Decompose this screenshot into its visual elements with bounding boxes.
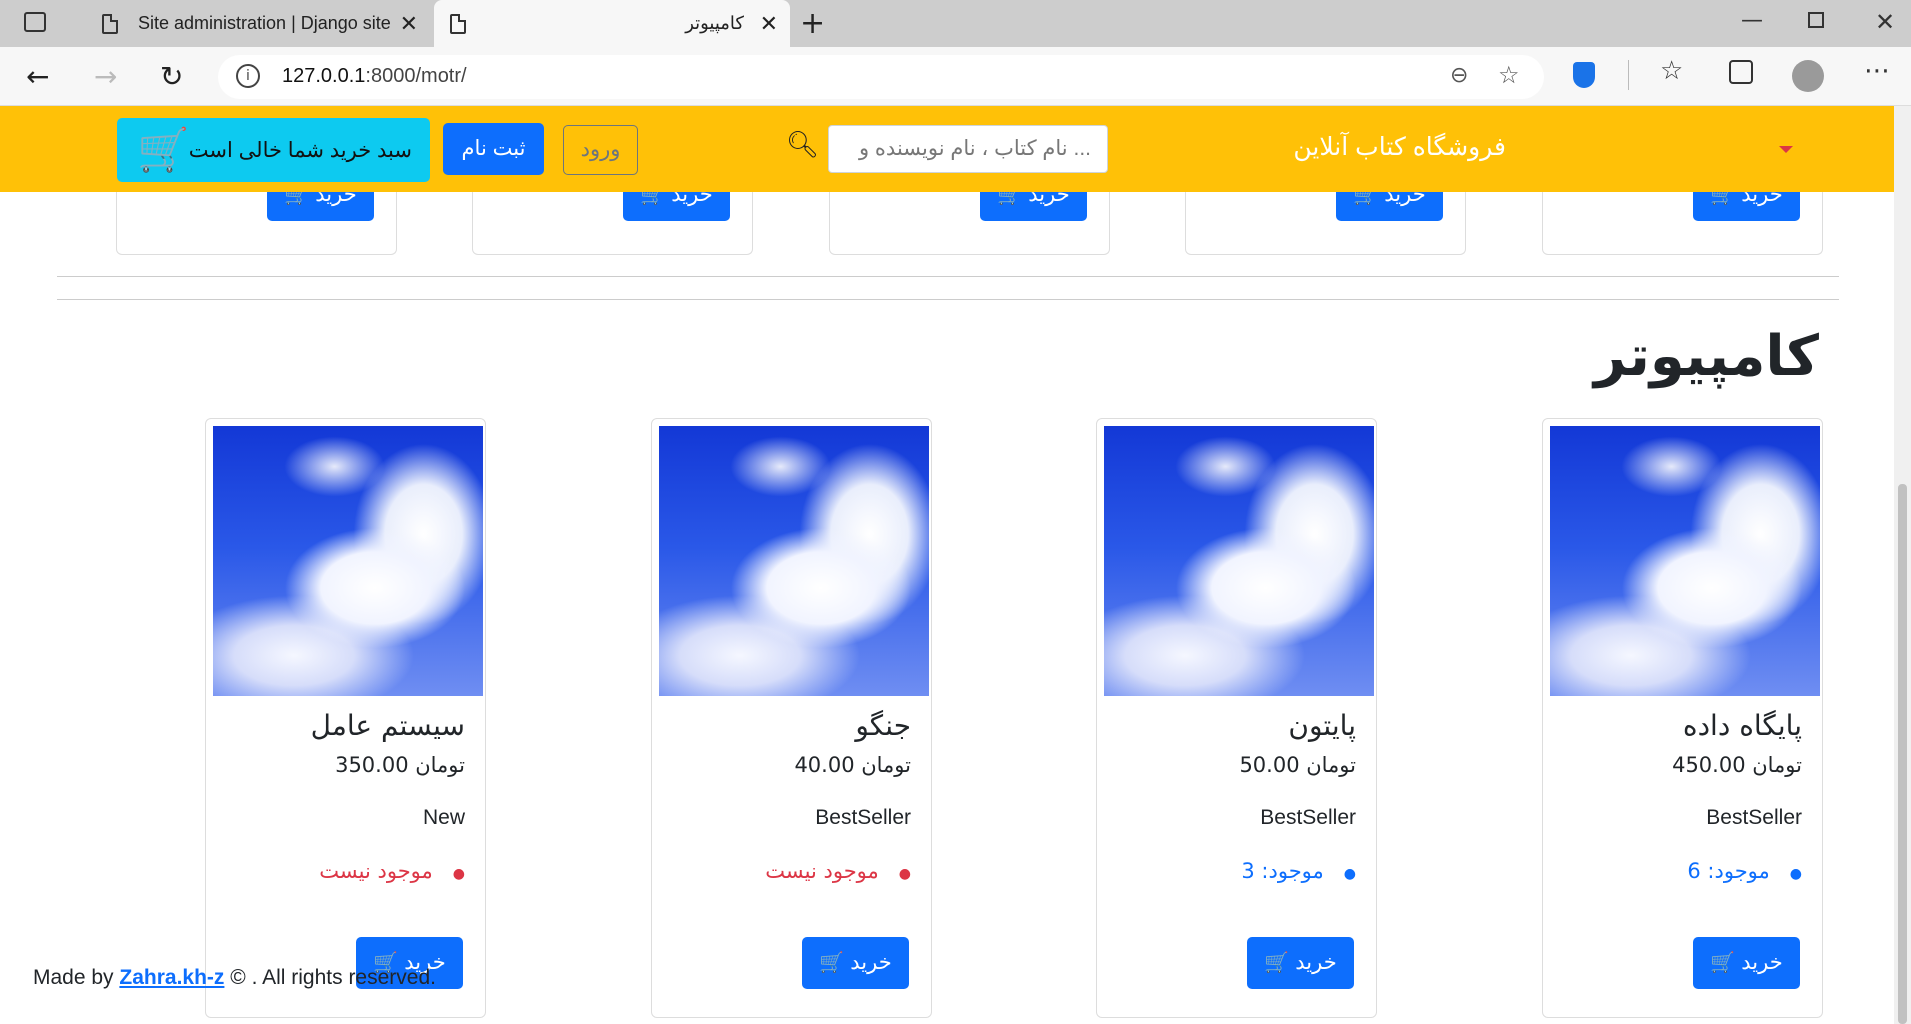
browser-tab-bar: Site administration | Django site ✕ کامپ… xyxy=(0,0,1911,47)
tab-title: کامپیوتر xyxy=(685,13,744,33)
product-card: جنگو 40.00 تومان BestSeller موجود نیست ● … xyxy=(651,418,932,1018)
scrollbar[interactable] xyxy=(1894,106,1911,1024)
add-favorite-icon[interactable]: ☆ xyxy=(1498,61,1520,89)
back-icon[interactable]: ← xyxy=(26,60,49,93)
cart-icon: 🛒 xyxy=(1264,952,1290,974)
product-tag: BestSeller xyxy=(1706,806,1802,829)
shield-icon[interactable] xyxy=(1573,62,1595,88)
cart-icon: 🛒 xyxy=(1710,952,1736,974)
product-price: 350.00 تومان xyxy=(335,753,465,777)
close-window-icon[interactable]: ✕ xyxy=(1875,8,1895,36)
product-image[interactable] xyxy=(659,426,929,696)
login-button[interactable]: ورود xyxy=(563,125,638,175)
profile-avatar[interactable] xyxy=(1792,60,1824,92)
divider xyxy=(1628,60,1629,90)
tab-actions-icon[interactable] xyxy=(24,12,46,32)
page-viewport: 🛒 خرید 🛒 خرید 🛒 خرید 🛒 خرید 🛒 خرید فروشگاه کت… xyxy=(0,106,1911,1024)
close-icon[interactable]: ✕ xyxy=(760,11,778,37)
minimize-icon[interactable]: — xyxy=(1741,8,1763,33)
favorites-icon[interactable]: ☆ xyxy=(1660,56,1683,86)
tab-django-admin[interactable]: Site administration | Django site ✕ xyxy=(86,0,430,47)
product-name: جنگو xyxy=(855,709,911,742)
restore-icon[interactable] xyxy=(1808,12,1824,28)
zoom-out-icon[interactable]: ⊖ xyxy=(1450,63,1468,88)
product-image[interactable] xyxy=(213,426,483,696)
dropdown-caret-icon[interactable] xyxy=(1779,146,1793,153)
new-tab-icon[interactable]: + xyxy=(800,6,825,41)
product-card: سیستم عامل 350.00 تومان New موجود نیست ● … xyxy=(205,418,486,1018)
buy-button[interactable]: 🛒 خرید xyxy=(1247,937,1354,989)
page-icon xyxy=(102,13,118,34)
stock-status: موجود: 3 ● xyxy=(1241,859,1356,883)
footer: Made by Zahra.kh-z © . All rights reserv… xyxy=(33,966,436,989)
product-price: 450.00 تومان xyxy=(1672,753,1802,777)
scroll-thumb[interactable] xyxy=(1898,484,1907,1024)
cart-icon: 🛒 xyxy=(137,126,190,173)
cart-button[interactable]: 🛒 سبد خرید شما خالی است xyxy=(117,118,430,182)
product-image[interactable] xyxy=(1550,426,1820,696)
cart-label: سبد خرید شما خالی است xyxy=(188,139,412,162)
bullet-icon: ● xyxy=(898,866,911,882)
close-icon[interactable]: ✕ xyxy=(400,11,418,37)
author-link[interactable]: Zahra.kh-z xyxy=(119,966,224,989)
collections-icon[interactable] xyxy=(1729,60,1753,84)
search-input[interactable]: نام کتاب ، نام نویسنده و ... xyxy=(828,125,1108,173)
product-price: 40.00 تومان xyxy=(794,753,911,777)
product-name: پایگاه داده xyxy=(1682,709,1802,742)
more-icon[interactable]: ⋯ xyxy=(1864,56,1890,86)
address-bar[interactable]: i 127.0.0.1:8000/motr/ ⊖ ☆ xyxy=(218,55,1544,99)
site-brand[interactable]: فروشگاه کتاب آنلاین xyxy=(1293,132,1506,162)
url-text[interactable]: 127.0.0.1:8000/motr/ xyxy=(282,65,467,88)
divider xyxy=(57,299,1839,300)
product-name: سیستم عامل xyxy=(310,709,465,742)
signup-button[interactable]: ثبت نام xyxy=(443,123,544,175)
product-tag: BestSeller xyxy=(1260,806,1356,829)
tab-title: Site administration | Django site xyxy=(138,13,391,33)
divider xyxy=(57,276,1839,277)
product-card: پایتون 50.00 تومان BestSeller موجود: 3 ● … xyxy=(1096,418,1377,1018)
product-price: 50.00 تومان xyxy=(1239,753,1356,777)
section-title: کامپیوتر xyxy=(1594,324,1819,389)
product-tag: BestSeller xyxy=(815,806,911,829)
stock-status: موجود نیست ● xyxy=(319,859,465,883)
product-name: پایتون xyxy=(1288,709,1356,742)
product-image[interactable] xyxy=(1104,426,1374,696)
product-tag: New xyxy=(422,806,465,829)
info-icon[interactable]: i xyxy=(236,64,260,88)
buy-button[interactable]: 🛒 خرید xyxy=(1693,937,1800,989)
forward-icon[interactable]: → xyxy=(94,60,117,93)
reload-icon[interactable]: ↻ xyxy=(160,60,183,93)
page-icon xyxy=(450,13,466,34)
cart-icon: 🛒 xyxy=(819,952,845,974)
tab-computer[interactable]: کامپیوتر ✕ xyxy=(434,0,790,47)
bullet-icon: ● xyxy=(1343,866,1356,882)
stock-status: موجود: 6 ● xyxy=(1687,859,1802,883)
search-icon[interactable]: 🔍︎ xyxy=(786,130,819,160)
product-card: پایگاه داده 450.00 تومان BestSeller موجو… xyxy=(1542,418,1823,1018)
buy-button[interactable]: 🛒 خرید xyxy=(802,937,909,989)
stock-status: موجود نیست ● xyxy=(765,859,911,883)
site-navbar: فروشگاه کتاب آنلاین نام کتاب ، نام نویسن… xyxy=(0,106,1894,192)
bullet-icon: ● xyxy=(452,866,465,882)
bullet-icon: ● xyxy=(1789,866,1802,882)
